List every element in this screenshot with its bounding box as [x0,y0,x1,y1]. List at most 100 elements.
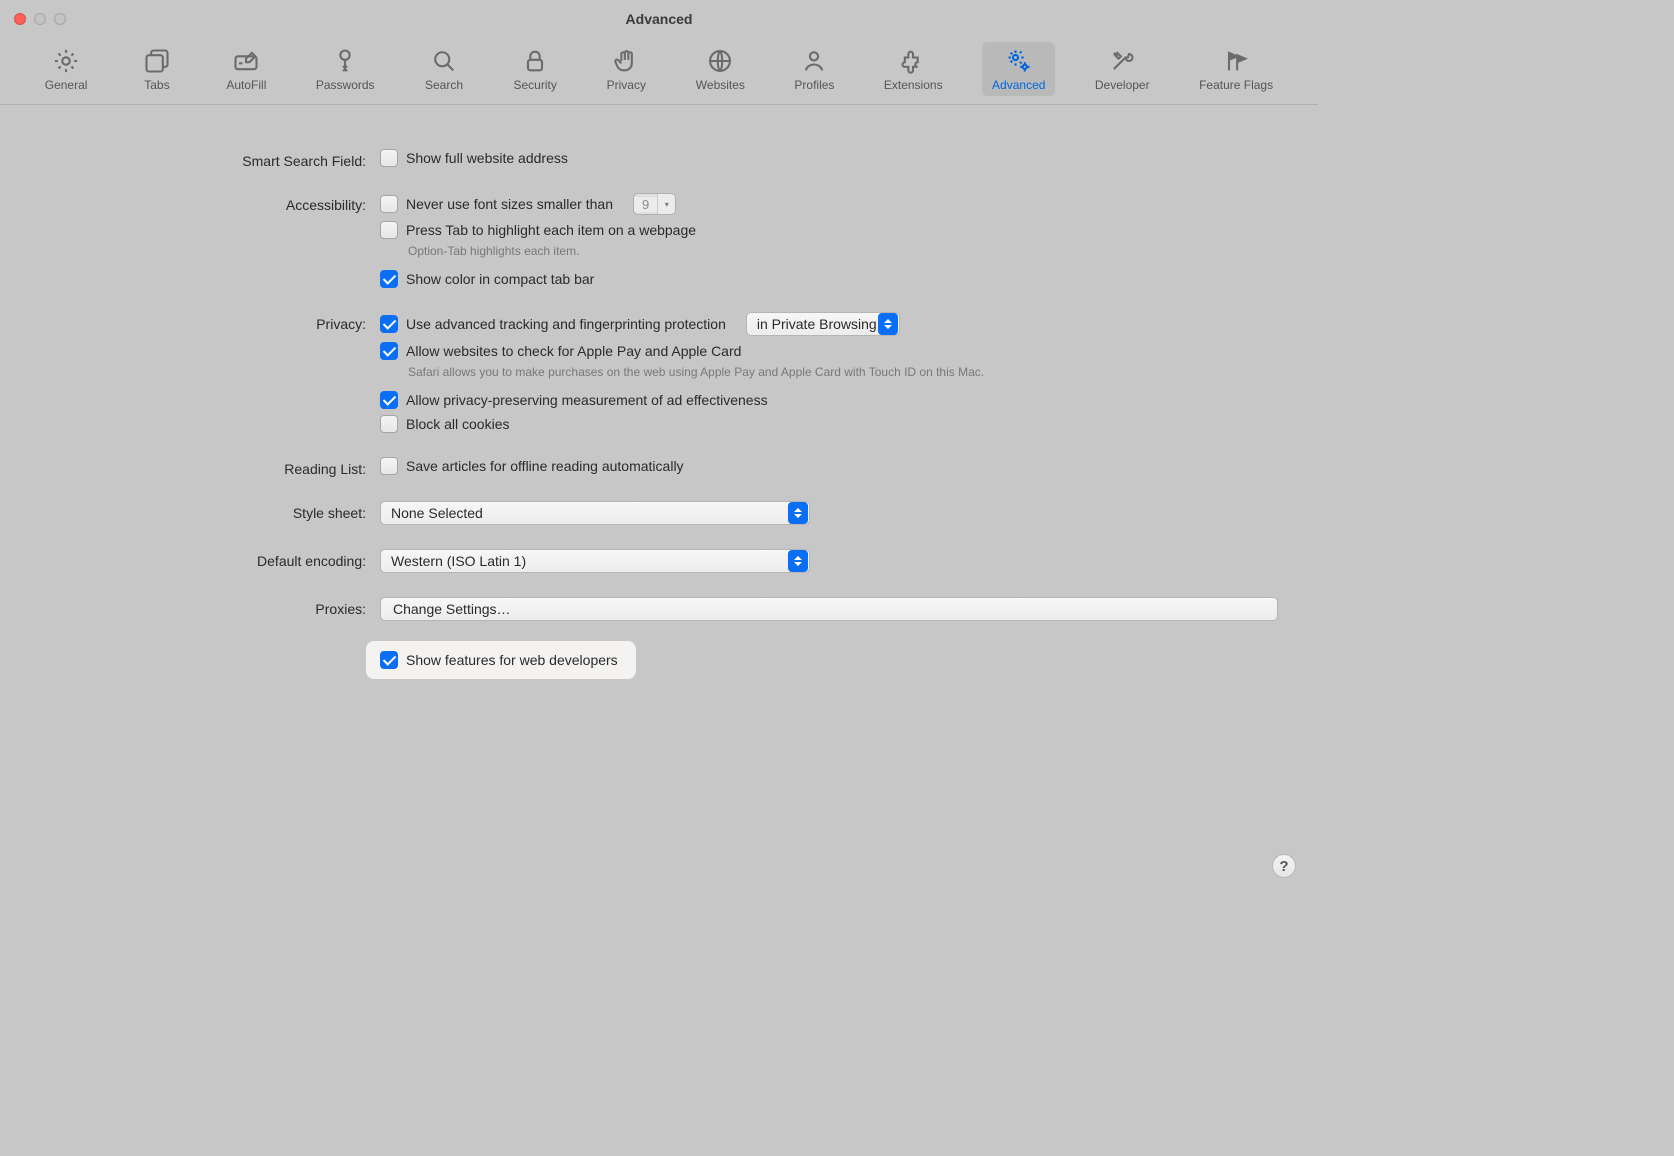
toolbar-developer[interactable]: Developer [1085,42,1160,96]
flags-icon [1221,46,1251,76]
popup-value: None Selected [391,505,483,521]
toolbar-profiles[interactable]: Profiles [784,42,844,96]
reading-list-row: Reading List: Save articles for offline … [40,457,1278,477]
button-label: Change Settings… [393,601,511,617]
checkbox-label: Allow privacy-preserving measurement of … [406,392,768,408]
checkbox-label: Allow websites to check for Apple Pay an… [406,343,741,359]
updown-arrows-icon [878,313,898,335]
toolbar-label: Profiles [794,78,834,92]
toolbar-label: Feature Flags [1199,78,1273,92]
style-sheet-row: Style sheet: None Selected [40,501,1278,525]
checkbox-label: Use advanced tracking and fingerprinting… [406,316,726,332]
developer-highlight-panel: Show features for web developers [366,641,636,679]
close-window-button[interactable] [14,13,26,25]
toolbar-label: Privacy [607,78,646,92]
show-color-checkbox[interactable] [380,270,398,288]
section-label: Default encoding: [40,549,380,569]
tools-icon [1107,46,1137,76]
press-tab-hint: Option-Tab highlights each item. [408,243,1128,260]
developer-row: Show features for web developers [40,627,1278,679]
updown-arrows-icon [788,502,808,524]
press-tab-checkbox[interactable] [380,221,398,239]
tracking-mode-popup[interactable]: in Private Browsing [746,312,900,336]
toolbar-label: Search [425,78,463,92]
checkbox-label: Show full website address [406,150,568,166]
proxies-row: Proxies: Change Settings… [40,597,1278,621]
section-label: Accessibility: [40,193,380,213]
encoding-row: Default encoding: Western (ISO Latin 1) [40,549,1278,573]
traffic-lights [14,13,66,25]
preferences-content: Smart Search Field: Show full website ad… [0,105,1318,725]
show-full-address-checkbox[interactable]: Show full website address [380,149,1278,167]
section-label: Smart Search Field: [40,149,380,169]
min-font-size-checkbox[interactable] [380,195,398,213]
updown-arrows-icon [788,550,808,572]
toolbar-privacy[interactable]: Privacy [596,42,656,96]
checkbox-label: Show color in compact tab bar [406,271,594,287]
toolbar-websites[interactable]: Websites [686,42,755,96]
toolbar-label: Advanced [992,78,1045,92]
smart-search-row: Smart Search Field: Show full website ad… [40,149,1278,169]
tabs-icon [142,46,172,76]
ad-measurement-checkbox[interactable] [380,391,398,409]
toolbar-advanced[interactable]: Advanced [982,42,1055,96]
save-offline-checkbox-row[interactable]: Save articles for offline reading automa… [380,457,1278,475]
checkbox-label: Never use font sizes smaller than [406,196,613,212]
toolbar-label: AutoFill [226,78,266,92]
toolbar-extensions[interactable]: Extensions [874,42,953,96]
font-size-stepper[interactable]: 9 ▾ [633,193,676,215]
person-icon [799,46,829,76]
popup-value: Western (ISO Latin 1) [391,553,526,569]
checkbox-label: Press Tab to highlight each item on a we… [406,222,696,238]
stepper-value: 9 [634,197,657,212]
pencil-box-icon [231,46,261,76]
tracking-protection-checkbox[interactable] [380,315,398,333]
section-label: Reading List: [40,457,380,477]
toolbar-label: Security [513,78,556,92]
minimize-window-button[interactable] [34,13,46,25]
help-button[interactable]: ? [1272,854,1296,878]
show-dev-features-checkbox[interactable] [380,651,398,669]
puzzle-icon [898,46,928,76]
section-label: Proxies: [40,597,380,617]
apple-pay-checkbox[interactable] [380,342,398,360]
show-dev-features-row[interactable]: Show features for web developers [380,651,618,669]
toolbar-label: Extensions [884,78,943,92]
checkbox[interactable] [380,149,398,167]
accessibility-row: Accessibility: Never use font sizes smal… [40,193,1278,288]
checkbox-label: Show features for web developers [406,652,618,668]
lock-icon [520,46,550,76]
checkbox[interactable] [380,457,398,475]
section-label: Style sheet: [40,501,380,521]
toolbar-passwords[interactable]: Passwords [306,42,385,96]
window-title: Advanced [0,11,1318,27]
key-icon [330,46,360,76]
style-sheet-popup[interactable]: None Selected [380,501,810,525]
toolbar-general[interactable]: General [35,42,98,96]
toolbar-feature-flags[interactable]: Feature Flags [1189,42,1283,96]
checkbox-label: Save articles for offline reading automa… [406,458,684,474]
preferences-toolbar: General Tabs AutoFill Passwords Search S… [0,38,1318,105]
encoding-popup[interactable]: Western (ISO Latin 1) [380,549,810,573]
zoom-window-button[interactable] [54,13,66,25]
toolbar-label: Passwords [316,78,375,92]
block-cookies-checkbox[interactable] [380,415,398,433]
section-label: Privacy: [40,312,380,332]
toolbar-label: Developer [1095,78,1150,92]
titlebar: Advanced [0,0,1318,38]
apple-pay-hint: Safari allows you to make purchases on t… [408,364,1128,381]
popup-value: in Private Browsing [757,316,877,332]
toolbar-security[interactable]: Security [503,42,566,96]
gears-icon [1004,46,1034,76]
toolbar-autofill[interactable]: AutoFill [216,42,276,96]
hand-icon [611,46,641,76]
checkbox-label: Block all cookies [406,416,510,432]
toolbar-tabs[interactable]: Tabs [127,42,187,96]
toolbar-label: General [45,78,88,92]
change-settings-button[interactable]: Change Settings… [380,597,1278,621]
help-icon: ? [1279,858,1288,875]
chevron-down-icon[interactable]: ▾ [657,194,675,214]
gear-icon [51,46,81,76]
toolbar-search[interactable]: Search [414,42,474,96]
globe-icon [705,46,735,76]
